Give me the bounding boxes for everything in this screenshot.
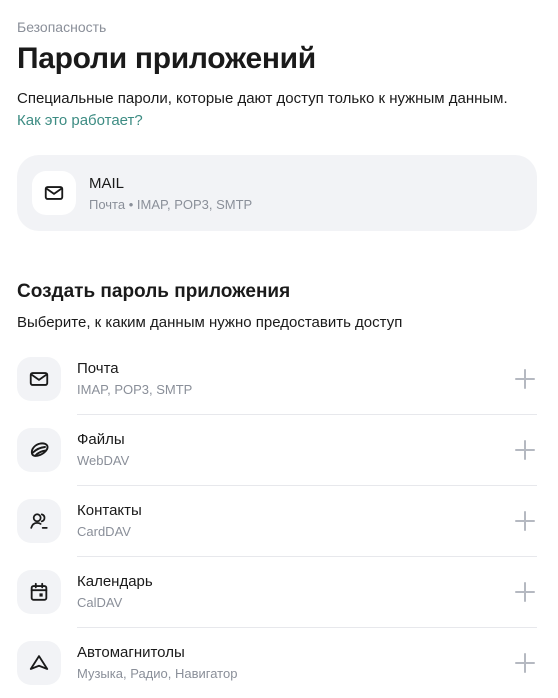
scope-item-sub: CardDAV [77,524,131,539]
calendar-icon [17,570,61,614]
page-description: Специальные пароли, которые дают доступ … [17,88,517,132]
existing-password-name: MAIL [89,175,125,192]
scope-item-label: Автомагнитолы [77,644,185,661]
page-title: Пароли приложений [17,42,316,75]
contacts-icon [17,499,61,543]
scope-item-sub: Музыка, Радио, Навигатор [77,666,238,681]
scope-item-label: Файлы [77,431,125,448]
scope-item-mail[interactable]: Почта IMAP, POP3, SMTP [17,344,537,415]
mail-icon [32,171,76,215]
plus-icon[interactable] [515,653,535,673]
scope-item-files[interactable]: Файлы WebDAV [17,415,537,486]
create-section-subtitle: Выберите, к каким данным нужно предостав… [17,314,403,331]
existing-password-scopes: Почта • IMAP, POP3, SMTP [89,197,253,212]
plus-icon[interactable] [515,582,535,602]
scope-item-car-radio[interactable]: Автомагнитолы Музыка, Радио, Навигатор [17,628,537,698]
mail-icon [17,357,61,401]
scope-item-sub: IMAP, POP3, SMTP [77,382,193,397]
breadcrumb[interactable]: Безопасность [17,19,106,35]
car-radio-icon [17,641,61,685]
existing-password-card[interactable]: MAIL Почта • IMAP, POP3, SMTP [17,155,537,231]
plus-icon[interactable] [515,511,535,531]
description-text: Специальные пароли, которые дают доступ … [17,90,508,107]
create-section-title: Создать пароль приложения [17,281,291,302]
scope-item-sub: CalDAV [77,595,123,610]
scope-item-label: Почта [77,360,119,377]
how-it-works-link[interactable]: Как это работает? [17,112,143,129]
scope-list: Почта IMAP, POP3, SMTP Файлы WebDAV Конт… [17,344,537,698]
scope-item-label: Контакты [77,502,142,519]
app-passwords-page: Безопасность Пароли приложений Специальн… [0,0,558,698]
scope-item-contacts[interactable]: Контакты CardDAV [17,486,537,557]
plus-icon[interactable] [515,369,535,389]
plus-icon[interactable] [515,440,535,460]
scope-item-label: Календарь [77,573,153,590]
scope-item-sub: WebDAV [77,453,130,468]
scope-item-calendar[interactable]: Календарь CalDAV [17,557,537,628]
files-icon [17,428,61,472]
